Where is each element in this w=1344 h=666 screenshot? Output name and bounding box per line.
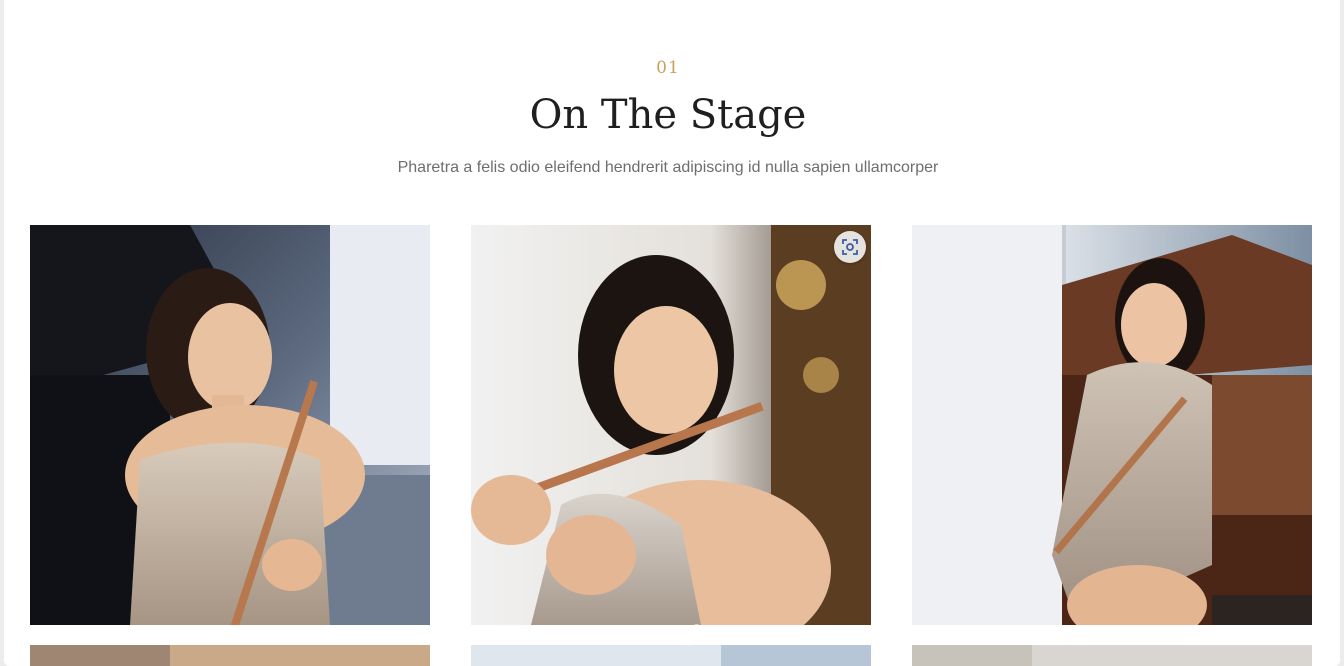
photo-flutist-playing	[471, 225, 871, 625]
photo-flutist-seated-piano	[912, 225, 1312, 625]
gallery-photo-3[interactable]	[912, 225, 1312, 625]
section-subtitle: Pharetra a felis odio eleifend hendrerit…	[397, 159, 939, 176]
photo-partial-1	[30, 645, 430, 666]
section-number: 01	[656, 58, 680, 78]
photo-partial-3	[912, 645, 1312, 666]
photo-partial-2	[471, 645, 871, 666]
photo-flutist-smiling-piano	[30, 225, 430, 625]
visual-search-icon[interactable]	[834, 231, 866, 263]
gallery-photo-5[interactable]	[471, 645, 871, 666]
gallery-photo-6[interactable]	[912, 645, 1312, 666]
gallery-photo-2[interactable]	[471, 225, 871, 625]
gallery-photo-4[interactable]	[30, 645, 430, 666]
section-title: On The Stage	[529, 92, 807, 138]
watermark: mostaql.com	[597, 622, 763, 647]
lens-glyph-icon	[842, 239, 858, 255]
gallery-photo-1[interactable]	[30, 225, 430, 625]
